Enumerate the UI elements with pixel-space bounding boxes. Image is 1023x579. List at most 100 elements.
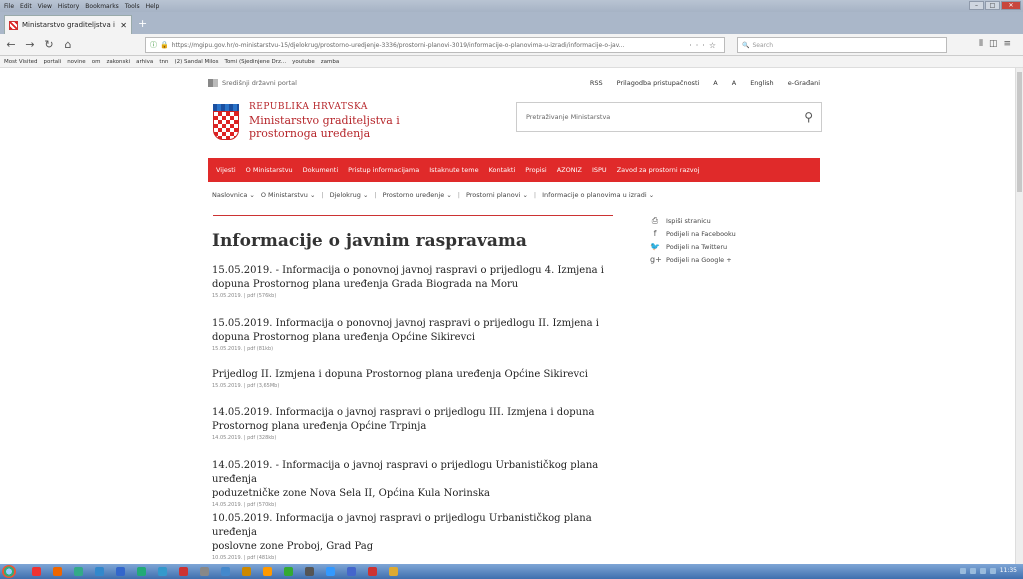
scrollbar-thumb[interactable]	[1017, 72, 1022, 192]
breadcrumb-item[interactable]: Prostorno uređenje ⌄	[383, 191, 452, 199]
rss-link[interactable]: RSS	[590, 79, 603, 87]
maximize-button[interactable]: □	[985, 1, 1000, 10]
breadcrumb-item[interactable]: Djelokrug ⌄	[330, 191, 369, 199]
nav-item-azoniz[interactable]: AZONIZ	[557, 166, 582, 174]
tray-icon[interactable]	[959, 567, 966, 574]
nav-item-istaknute-teme[interactable]: Istaknute teme	[429, 166, 478, 174]
site-title-ministry-2[interactable]: prostornoga uređenja	[249, 127, 370, 140]
nav-item-o-ministarstvu[interactable]: O Ministarstvu	[246, 166, 293, 174]
taskbar-app-icon[interactable]	[95, 567, 104, 576]
accessibility-link[interactable]: Prilagodba pristupačnosti	[617, 79, 700, 87]
page-actions-icon[interactable]: ···☆	[689, 41, 724, 50]
english-link[interactable]: English	[750, 79, 773, 87]
breadcrumb-item[interactable]: Informacije o planovima u izradi ⌄	[542, 191, 654, 199]
nav-item-vijesti[interactable]: Vijesti	[216, 166, 236, 174]
nav-item-kontakti[interactable]: Kontakti	[489, 166, 516, 174]
bookmark-item[interactable]: zamba	[321, 59, 339, 65]
taskbar-app-icon[interactable]	[347, 567, 356, 576]
info-icon[interactable]: ⓘ	[150, 40, 157, 50]
start-button-icon[interactable]	[2, 565, 16, 578]
article-link[interactable]: 15.05.2019. Informacija o ponovnoj javno…	[212, 317, 632, 345]
menu-edit[interactable]: Edit	[20, 3, 32, 10]
page-scrollbar[interactable]	[1015, 68, 1023, 564]
nav-item-propisi[interactable]: Propisi	[525, 166, 546, 174]
taskbar-app-icon[interactable]	[389, 567, 398, 576]
search-icon[interactable]: ⚲	[804, 110, 813, 124]
browser-tab[interactable]: Ministarstvo graditeljstva i pro... ✕	[4, 15, 132, 34]
article-meta[interactable]: 15.05.2019. | pdf (3,65Mb)	[212, 383, 632, 389]
article-link[interactable]: 15.05.2019. - Informacija o ponovnoj jav…	[212, 264, 632, 292]
close-window-button[interactable]: ✕	[1001, 1, 1021, 10]
menu-view[interactable]: View	[38, 3, 52, 10]
nav-item-ispu[interactable]: ISPU	[592, 166, 607, 174]
coat-of-arms-icon[interactable]	[213, 104, 239, 140]
article-link[interactable]: 14.05.2019. Informacija o javnoj rasprav…	[212, 406, 632, 434]
tray-icon[interactable]	[989, 567, 996, 574]
browser-search-field[interactable]: 🔍 Search	[737, 37, 947, 53]
menu-file[interactable]: File	[4, 3, 14, 10]
taskbar-app-icon[interactable]	[74, 567, 83, 576]
bookmark-item[interactable]: novine	[67, 59, 86, 65]
taskbar-app-icon[interactable]	[200, 567, 209, 576]
bookmark-item[interactable]: (2) Sandal Milos	[174, 59, 218, 65]
breadcrumb-item[interactable]: Prostorni planovi ⌄	[466, 191, 528, 199]
back-icon[interactable]: ←	[3, 38, 19, 51]
bookmark-item[interactable]: Most Visited	[4, 59, 37, 65]
menu-history[interactable]: History	[58, 3, 79, 10]
site-title-ministry-1[interactable]: Ministarstvo graditeljstva i	[249, 114, 400, 127]
nav-item-pristup-informacijama[interactable]: Pristup informacijama	[348, 166, 419, 174]
article-meta[interactable]: 15.05.2019. | pdf (576kb)	[212, 293, 632, 299]
article-link[interactable]: Prijedlog II. Izmjena i dopuna Prostorno…	[212, 368, 632, 382]
tab-close-icon[interactable]: ✕	[120, 21, 127, 30]
reload-icon[interactable]: ↻	[41, 38, 57, 51]
article-link[interactable]: 14.05.2019. - Informacija o javnoj raspr…	[212, 459, 632, 501]
article-link[interactable]: 10.05.2019. Informacija o javnoj rasprav…	[212, 512, 632, 554]
clock[interactable]: 11:35	[1000, 567, 1017, 574]
bookmark-item[interactable]: om	[92, 59, 101, 65]
article-meta[interactable]: 10.05.2019. | pdf (481kb)	[212, 555, 632, 561]
egradjani-link[interactable]: e-Građani	[788, 79, 820, 87]
breadcrumb-item[interactable]: O Ministarstvu ⌄	[261, 191, 316, 199]
bookmark-item[interactable]: Tomi (Sjedinjene Drz...	[225, 59, 287, 65]
taskbar-app-icon[interactable]	[116, 567, 125, 576]
minimize-button[interactable]: –	[969, 1, 984, 10]
taskbar-app-icon[interactable]	[242, 567, 251, 576]
share-twitter-link[interactable]: 🐦 Podijeli na Twitteru	[650, 240, 810, 253]
taskbar-app-icon[interactable]	[158, 567, 167, 576]
taskbar-app-icon[interactable]	[53, 567, 62, 576]
taskbar-app-icon[interactable]	[263, 567, 272, 576]
library-sidebar-menu-icons[interactable]: ⫴◫≡	[979, 39, 1017, 49]
url-text[interactable]: https://mgipu.gov.hr/o-ministarstvu-15/d…	[172, 42, 686, 49]
nav-item-zavod[interactable]: Zavod za prostorni razvoj	[617, 166, 700, 174]
new-tab-icon[interactable]: +	[138, 17, 147, 30]
taskbar-app-icon[interactable]	[326, 567, 335, 576]
article-meta[interactable]: 15.05.2019. | pdf (81kb)	[212, 346, 632, 352]
site-search-input[interactable]: Pretraživanje Ministarstva ⚲	[516, 102, 822, 132]
taskbar-app-icon[interactable]	[284, 567, 293, 576]
article-meta[interactable]: 14.05.2019. | pdf (570kb)	[212, 502, 632, 508]
home-icon[interactable]: ⌂	[60, 38, 76, 51]
tray-icon[interactable]	[969, 567, 976, 574]
taskbar-app-icon[interactable]	[137, 567, 146, 576]
print-page-link[interactable]: ⎙ Ispiši stranicu	[650, 214, 810, 227]
article-meta[interactable]: 14.05.2019. | pdf (328kb)	[212, 435, 632, 441]
taskbar-app-icon[interactable]	[32, 567, 41, 576]
bookmark-item[interactable]: portali	[43, 59, 61, 65]
taskbar-app-icon[interactable]	[221, 567, 230, 576]
address-bar[interactable]: ⓘ 🔒 https://mgipu.gov.hr/o-ministarstvu-…	[145, 37, 725, 53]
menu-tools[interactable]: Tools	[125, 3, 140, 10]
font-decrease-link[interactable]: A	[713, 79, 717, 87]
site-title-country[interactable]: REPUBLIKA HRVATSKA	[249, 102, 368, 112]
forward-icon[interactable]: →	[22, 38, 38, 51]
bookmark-item[interactable]: zakonski	[106, 59, 130, 65]
bookmark-item[interactable]: youtube	[292, 59, 315, 65]
taskbar-app-icon[interactable]	[368, 567, 377, 576]
font-increase-link[interactable]: A	[732, 79, 736, 87]
breadcrumb-item[interactable]: Naslovnica ⌄	[212, 191, 255, 199]
bookmark-item[interactable]: arhiva	[136, 59, 153, 65]
menu-bookmarks[interactable]: Bookmarks	[85, 3, 119, 10]
nav-item-dokumenti[interactable]: Dokumenti	[303, 166, 338, 174]
bookmark-item[interactable]: tnn	[159, 59, 168, 65]
tray-icon[interactable]	[979, 567, 986, 574]
taskbar-app-icon[interactable]	[179, 567, 188, 576]
